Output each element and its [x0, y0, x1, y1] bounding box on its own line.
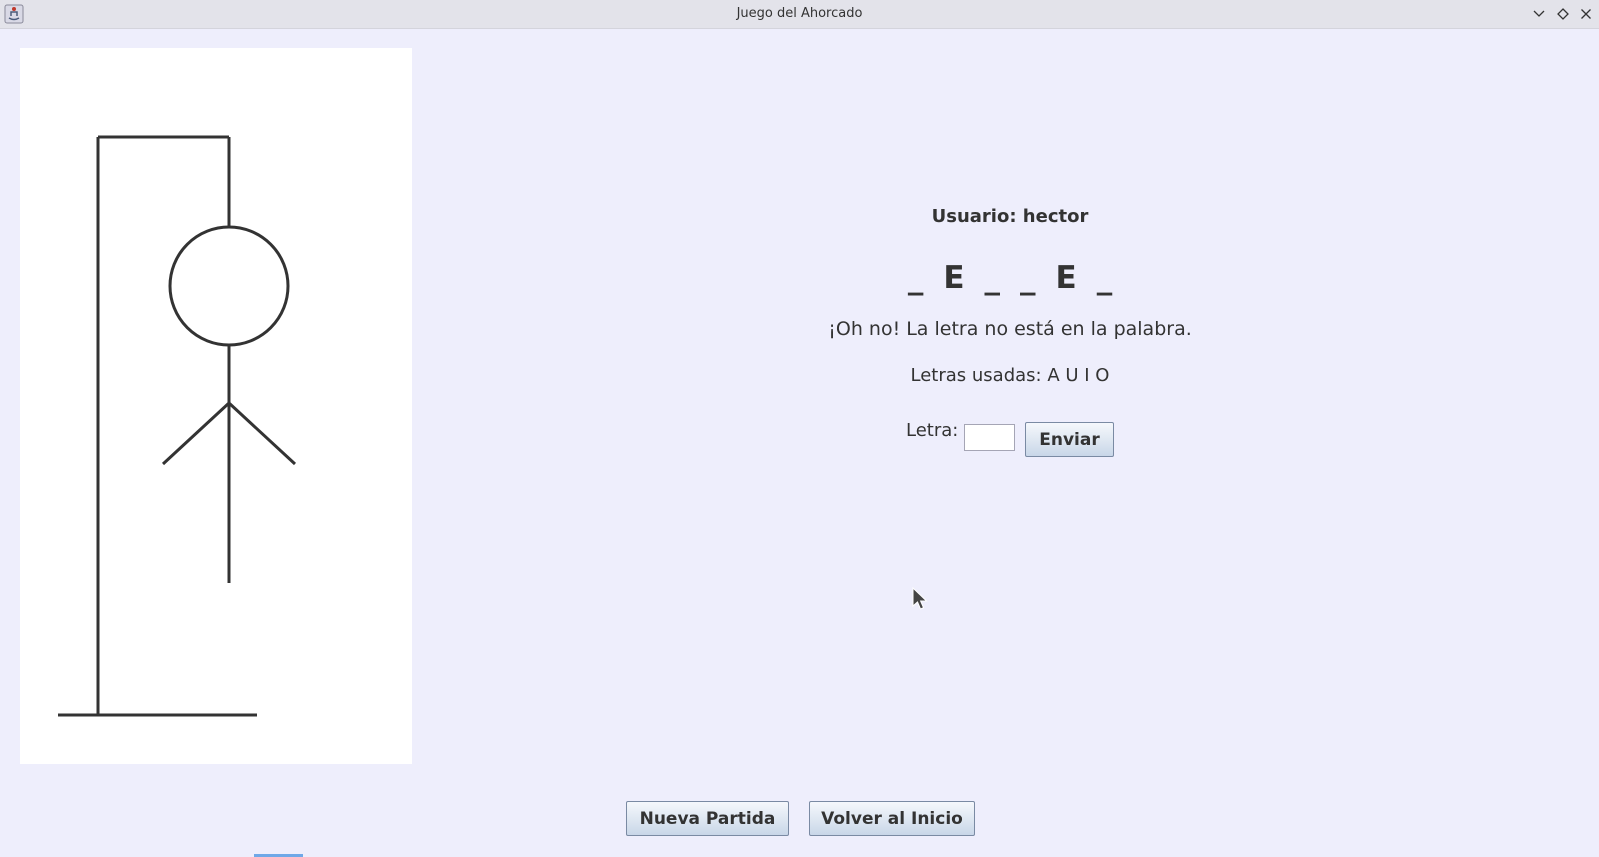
word-slot: _ — [907, 260, 924, 296]
feedback-message: ¡Oh no! La letra no está en la palabra. — [828, 318, 1192, 340]
new-game-button[interactable]: Nueva Partida — [626, 801, 789, 836]
word-slot: E — [943, 260, 965, 296]
send-button[interactable]: Enviar — [1025, 422, 1114, 457]
used-letters-label: Letras usadas: A U I O — [910, 365, 1110, 386]
hangman-left-arm — [161, 401, 231, 466]
close-icon[interactable] — [1578, 6, 1594, 22]
hangman-head — [168, 225, 290, 347]
word-slot: _ — [984, 260, 1001, 296]
hangman-drawing-panel — [20, 48, 412, 764]
hangman-figure — [58, 135, 297, 717]
window-title: Juego del Ahorcado — [736, 6, 863, 21]
back-to-home-button[interactable]: Volver al Inicio — [809, 801, 975, 836]
hangman-right-arm — [227, 401, 297, 466]
letter-input[interactable] — [964, 424, 1015, 451]
word-slot: _ — [1096, 260, 1113, 296]
diamond-icon[interactable] — [1555, 6, 1571, 22]
word-slot: _ — [1020, 260, 1036, 296]
title-bar: Juego del Ahorcado — [0, 0, 1599, 29]
word-slot: E — [1055, 260, 1077, 296]
hidden-word: _ E _ _ E _ — [830, 258, 1190, 298]
user-label: Usuario: hector — [931, 206, 1089, 227]
chevron-down-icon[interactable] — [1531, 6, 1547, 22]
mouse-pointer-icon — [912, 586, 930, 615]
letter-input-label: Letra: — [906, 420, 959, 441]
